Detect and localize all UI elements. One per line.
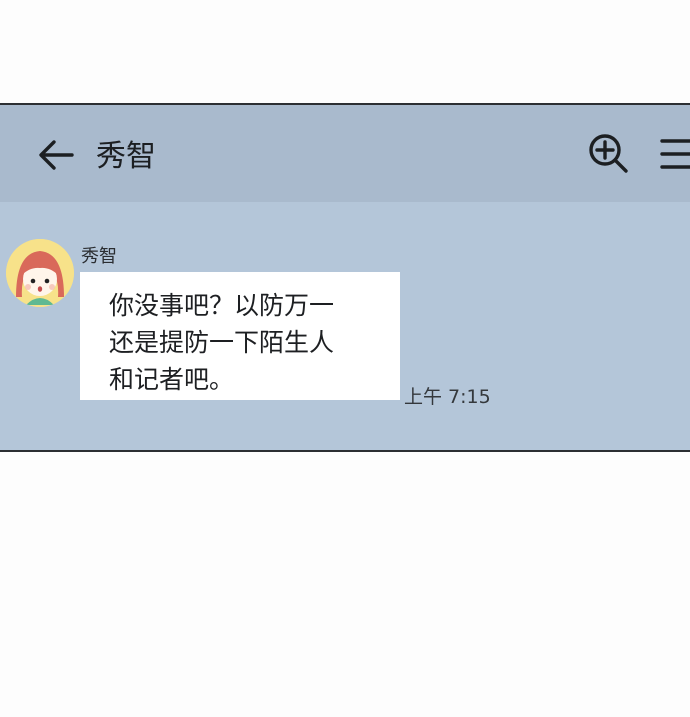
hamburger-menu-icon[interactable]	[660, 137, 690, 171]
sender-name: 秀智	[81, 246, 117, 267]
chat-header: 秀智	[0, 105, 690, 202]
message-line: 和记者吧。	[109, 365, 235, 394]
chat-screen: 秀智 秀智 你没事吧？以防万一 还是提防一下陌生人 和记者吧。 上午 7:15	[0, 103, 690, 452]
message-bubble[interactable]: 你没事吧？以防万一 还是提防一下陌生人 和记者吧。	[80, 272, 400, 400]
message-line: 还是提防一下陌生人	[109, 328, 335, 357]
arrow-left-icon[interactable]	[36, 135, 76, 175]
avatar[interactable]	[6, 239, 74, 307]
chat-title: 秀智	[96, 139, 156, 174]
message-timestamp: 上午 7:15	[404, 386, 491, 408]
girl-avatar-icon	[6, 239, 74, 307]
zoom-in-icon[interactable]	[586, 131, 630, 175]
message-line: 你没事吧？以防万一	[109, 291, 335, 320]
